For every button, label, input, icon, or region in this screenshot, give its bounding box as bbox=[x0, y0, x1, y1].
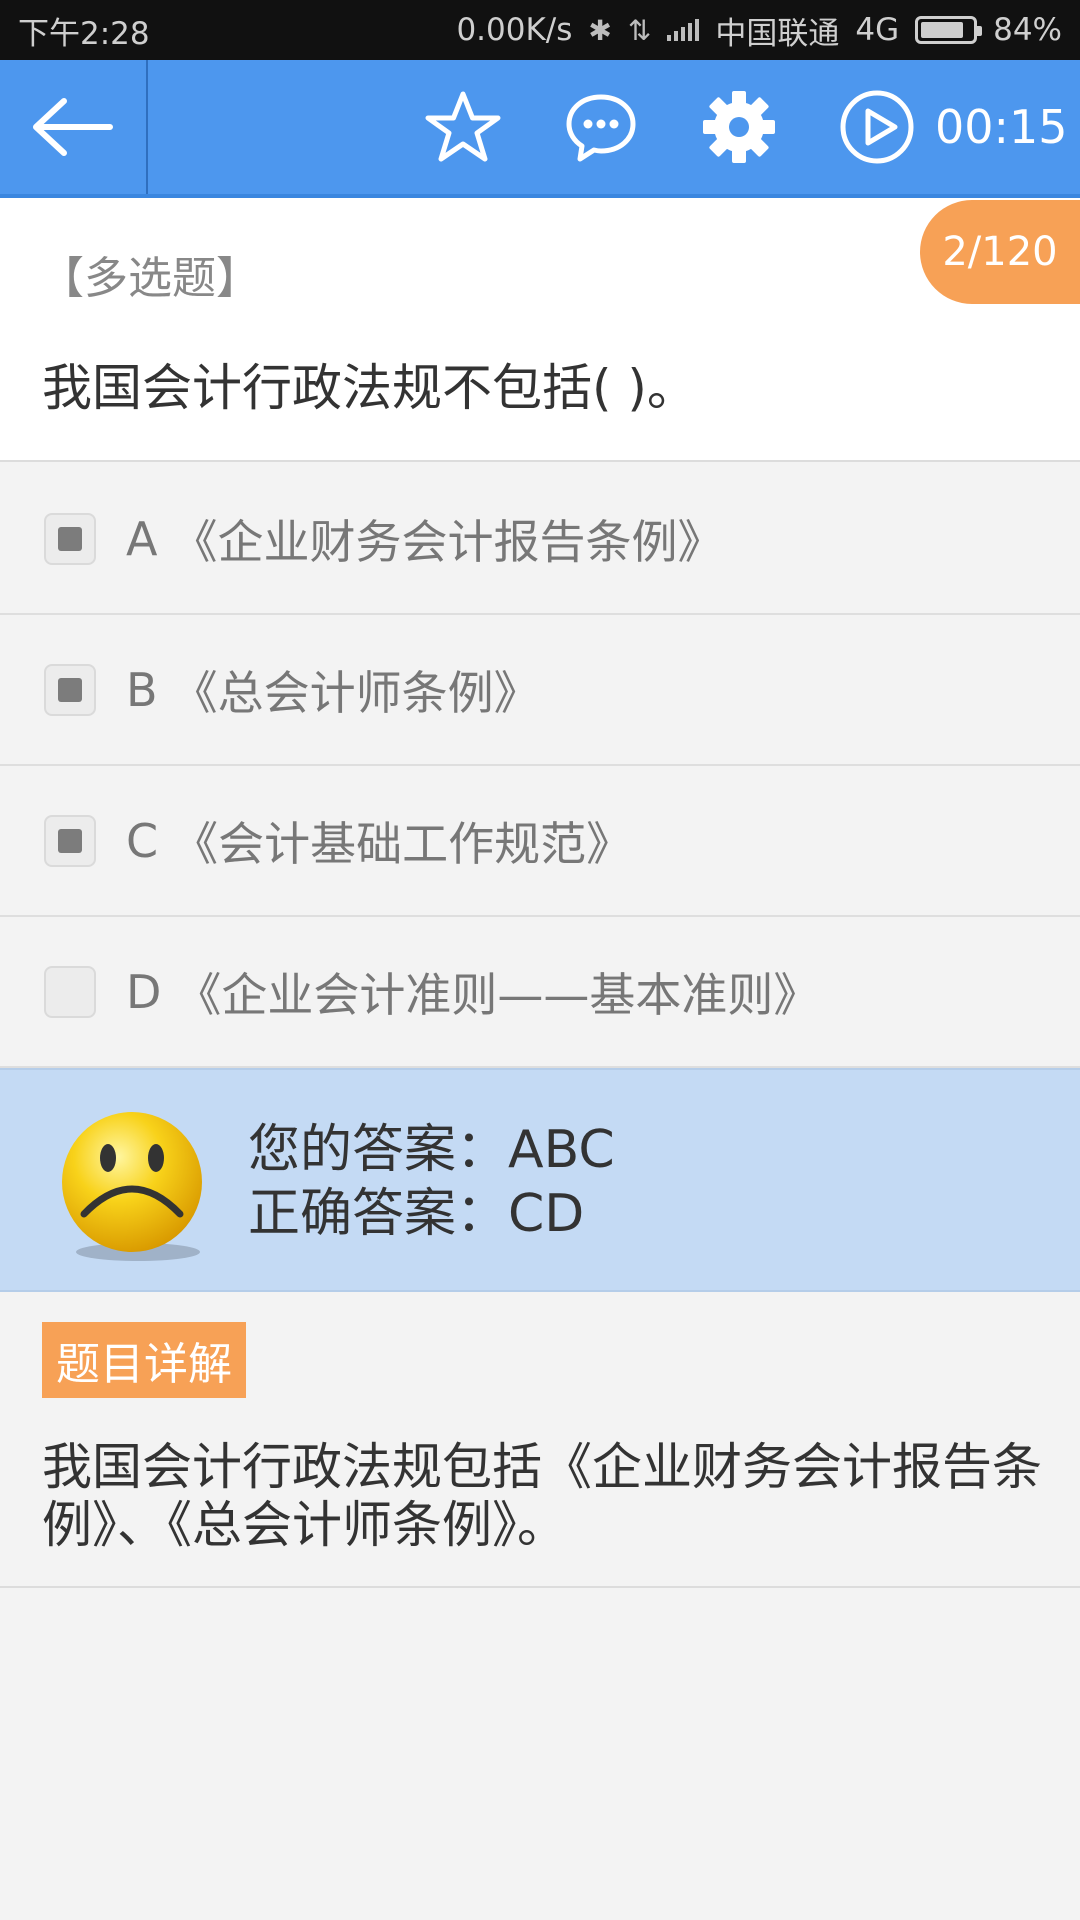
chat-icon bbox=[566, 94, 636, 162]
option-text: 《总会计师条例》 bbox=[171, 665, 540, 720]
your-answer: 您的答案：ABC bbox=[248, 1120, 615, 1180]
option-b-checkbox[interactable] bbox=[44, 663, 96, 716]
status-bar: 下午2:28 0.00K/s ✱ ⇅ 中国联通 4G 84% bbox=[0, 0, 1080, 60]
option-a-checkbox[interactable] bbox=[44, 512, 96, 565]
battery-percent: 84% bbox=[993, 12, 1062, 48]
explanation-tag: 题目详解 bbox=[42, 1322, 246, 1398]
sad-face-icon bbox=[62, 1112, 202, 1261]
back-button[interactable] bbox=[0, 60, 148, 194]
bluetooth-icon: ✱ bbox=[588, 13, 612, 47]
network-speed: 0.00K/s bbox=[456, 12, 573, 48]
question-progress-badge: 2/120 bbox=[920, 200, 1080, 304]
option-text: 《企业财务会计报告条例》 bbox=[171, 514, 724, 569]
carrier-name: 中国联通 bbox=[715, 15, 840, 52]
options-list: A 《企业财务会计报告条例》 B 《总会计师条例》 C 《会计基础工作规范》 D… bbox=[0, 464, 1080, 1068]
signal-strength-icon bbox=[667, 19, 700, 41]
comments-button[interactable] bbox=[561, 87, 641, 167]
play-button[interactable] bbox=[837, 87, 917, 167]
back-arrow-icon bbox=[33, 98, 113, 156]
option-c[interactable]: C 《会计基础工作规范》 bbox=[0, 766, 1080, 917]
option-text: 《会计基础工作规范》 bbox=[172, 816, 633, 871]
status-indicators: 0.00K/s ✱ ⇅ 中国联通 4G 84% bbox=[456, 8, 1062, 53]
favorite-button[interactable] bbox=[423, 87, 503, 167]
option-text: 《企业会计准则——基本准则》 bbox=[175, 967, 820, 1022]
toolbar: 00:15 bbox=[0, 60, 1080, 198]
question-card: 【多选题】 2/120 我国会计行政法规不包括( )。 bbox=[0, 198, 1080, 462]
option-a[interactable]: A 《企业财务会计报告条例》 bbox=[0, 464, 1080, 615]
data-transfer-icon: ⇅ bbox=[627, 13, 652, 47]
option-d[interactable]: D 《企业会计准则——基本准则》 bbox=[0, 917, 1080, 1068]
answer-result: 您的答案：ABC 正确答案：CD bbox=[0, 1068, 1080, 1292]
battery-fill bbox=[921, 22, 964, 38]
explanation-text: 我国会计行政法规包括《企业财务会计报告条例》、《总会计师条例》。 bbox=[42, 1438, 1042, 1554]
timer: 00:15 bbox=[935, 100, 1068, 154]
status-time: 下午2:28 bbox=[18, 15, 150, 52]
battery-icon bbox=[915, 16, 983, 44]
gear-icon bbox=[703, 91, 775, 163]
option-letter: C bbox=[126, 813, 159, 868]
play-icon bbox=[840, 90, 914, 164]
option-b[interactable]: B 《总会计师条例》 bbox=[0, 615, 1080, 766]
network-type: 4G bbox=[855, 12, 900, 48]
option-letter: A bbox=[126, 511, 158, 566]
option-d-checkbox[interactable] bbox=[44, 965, 96, 1018]
option-letter: B bbox=[126, 662, 158, 717]
option-letter: D bbox=[126, 964, 162, 1019]
settings-button[interactable] bbox=[699, 87, 779, 167]
star-icon bbox=[425, 91, 501, 162]
explanation-section: 题目详解 我国会计行政法规包括《企业财务会计报告条例》、《总会计师条例》。 bbox=[0, 1292, 1080, 1588]
correct-answer: 正确答案：CD bbox=[248, 1184, 585, 1244]
answer-lines: 您的答案：ABC 正确答案：CD bbox=[248, 1118, 615, 1246]
question-text: 我国会计行政法规不包括( )。 bbox=[42, 359, 697, 417]
question-type: 【多选题】 bbox=[40, 253, 260, 304]
option-c-checkbox[interactable] bbox=[44, 814, 96, 867]
